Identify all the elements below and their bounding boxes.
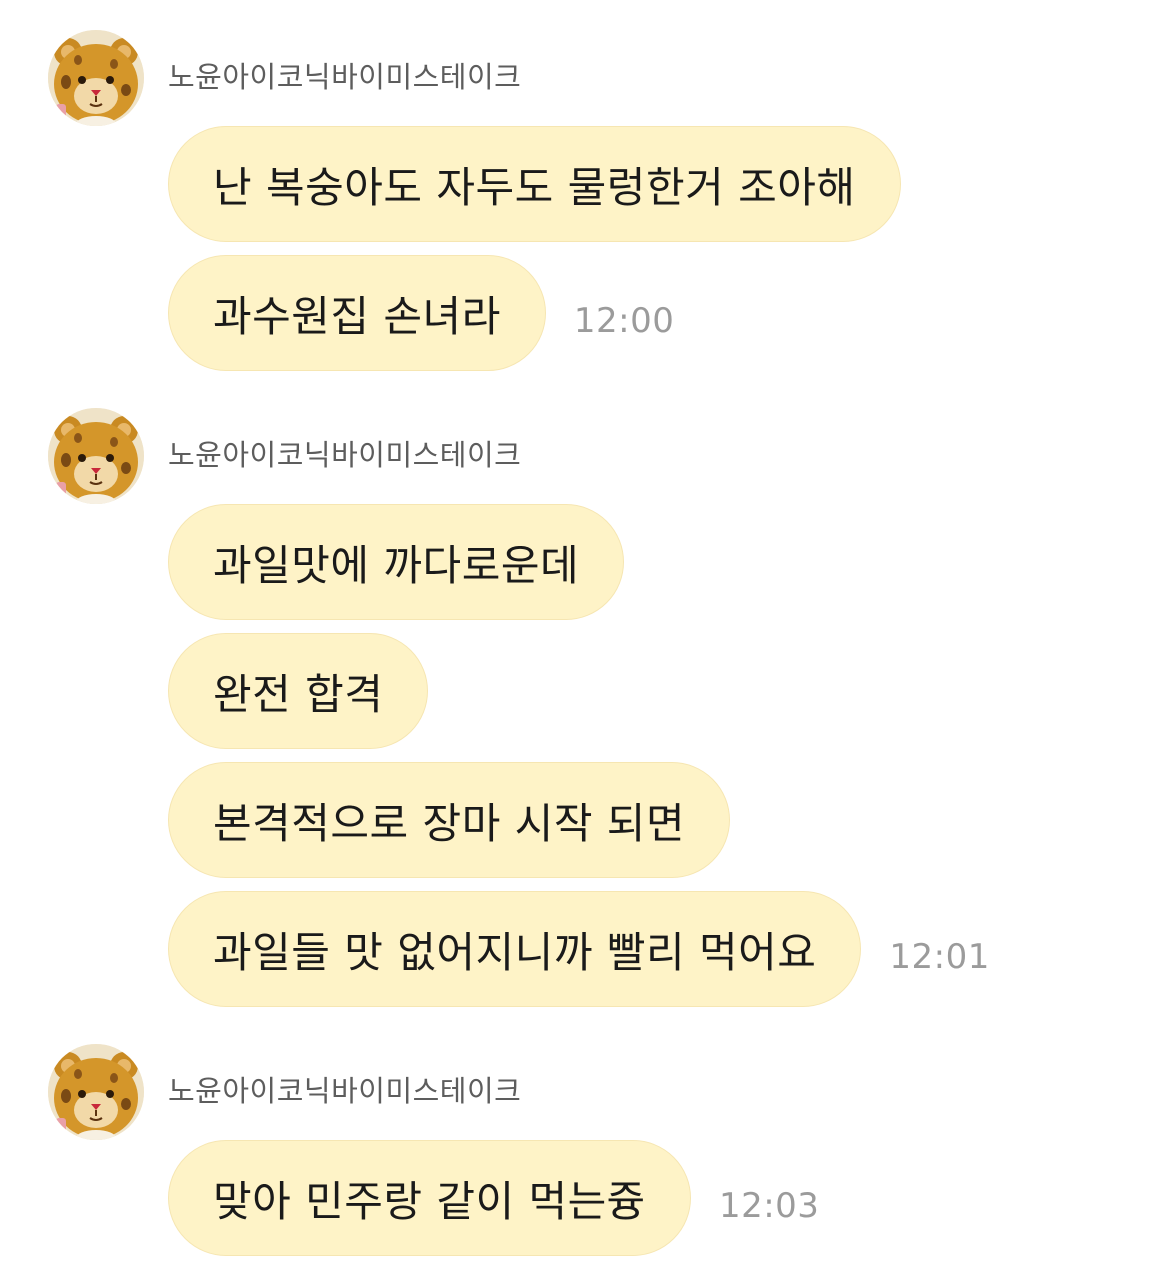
message-bubble[interactable]: 맞아 민주랑 같이 먹는즁 <box>168 1140 691 1256</box>
message-timestamp: 12:00 <box>573 301 675 341</box>
message-row: 과일들 맛 없어지니까 빨리 먹어요 12:01 <box>168 890 990 1008</box>
message-row: 과일맛에 까다로운데 <box>168 503 625 621</box>
message-bubble[interactable]: 난 복숭아도 자두도 물렁한거 조아해 <box>168 126 901 242</box>
message-timestamp: 12:01 <box>889 937 990 977</box>
sender-avatar[interactable] <box>48 30 144 126</box>
sender-name: 노윤아이코닉바이미스테이크 <box>168 438 522 472</box>
sender-avatar[interactable] <box>48 408 144 504</box>
sender-name: 노윤아이코닉바이미스테이크 <box>168 60 522 94</box>
sender-avatar[interactable] <box>48 1044 144 1140</box>
message-bubble[interactable]: 완전 합격 <box>168 633 429 749</box>
message-bubble[interactable]: 과일들 맛 없어지니까 빨리 먹어요 <box>168 891 862 1007</box>
teddy-bear-avatar-icon <box>48 30 144 126</box>
message-row: 과수원집 손녀라 12:00 <box>168 254 674 372</box>
message-bubble[interactable]: 본격적으로 장마 시작 되면 <box>168 762 731 878</box>
sender-name: 노윤아이코닉바이미스테이크 <box>168 1074 522 1108</box>
message-row: 난 복숭아도 자두도 물렁한거 조아해 <box>168 125 901 243</box>
message-bubble[interactable]: 과일맛에 까다로운데 <box>168 504 625 620</box>
teddy-bear-avatar-icon <box>48 408 144 504</box>
message-timestamp: 12:03 <box>718 1186 820 1226</box>
message-row: 완전 합격 <box>168 632 429 750</box>
message-row: 본격적으로 장마 시작 되면 <box>168 761 731 879</box>
message-row: 맞아 민주랑 같이 먹는즁 12:03 <box>168 1139 819 1257</box>
teddy-bear-avatar-icon <box>48 1044 144 1140</box>
message-bubble[interactable]: 과수원집 손녀라 <box>168 255 546 371</box>
chat-area: 노윤아이코닉바이미스테이크 난 복숭아도 자두도 물렁한거 조아해 과수원집 손… <box>0 0 1176 1282</box>
